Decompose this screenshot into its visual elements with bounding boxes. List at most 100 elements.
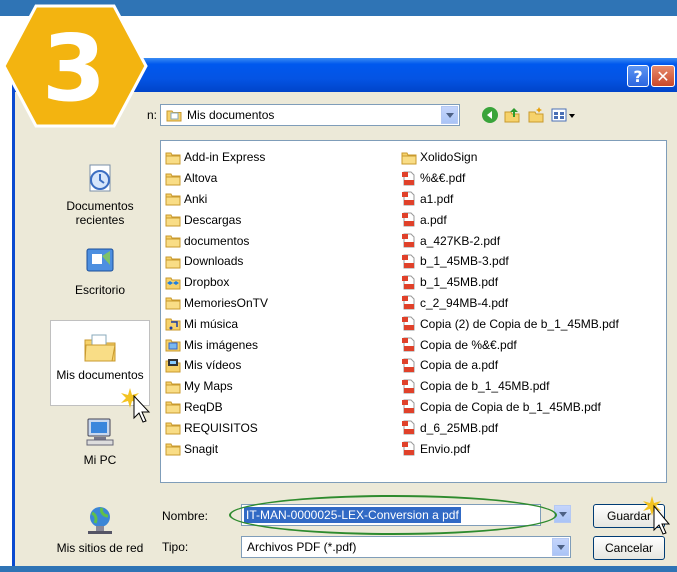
file-name: Copia de Copia de b_1_45MB.pdf [420, 399, 601, 414]
file-name: Mi música [184, 316, 239, 331]
my-computer-icon [86, 418, 114, 446]
file-list-item[interactable]: Add-in Express [165, 147, 395, 168]
file-name: a.pdf [420, 212, 447, 227]
file-list-item[interactable]: Copia de Copia de b_1_45MB.pdf [401, 397, 663, 418]
pdf-file-icon [402, 295, 415, 310]
file-list-item[interactable]: Descargas [165, 209, 395, 230]
cursor-sparkle-icon [121, 388, 151, 423]
file-list-item[interactable]: Dropbox [165, 272, 395, 293]
pdf-file-icon [402, 254, 415, 269]
file-name: Dropbox [184, 275, 230, 290]
folder-icon [165, 152, 181, 165]
file-column-right: XolidoSign %&€.pdf a1.pdf a.pdf a_427KB-2.pd… [401, 147, 663, 459]
file-list-item[interactable]: Altova [165, 168, 395, 189]
file-list[interactable]: Add-in Express Altova Anki Descargas documen… [160, 140, 667, 483]
file-list-item[interactable]: Mi música [165, 313, 395, 334]
file-name: Altova [184, 171, 218, 186]
place-label: Documentos recientes [66, 199, 134, 227]
folder-icon [165, 214, 181, 227]
network-places-icon [88, 507, 112, 534]
pdf-file-icon [402, 316, 415, 331]
file-name: Add-in Express [184, 150, 266, 165]
pdf-file-icon [402, 379, 415, 394]
file-list-item[interactable]: Copia (2) de Copia de b_1_45MB.pdf [401, 313, 663, 334]
place-label: Mi PC [83, 453, 117, 467]
file-name: Copia de a.pdf [420, 358, 499, 373]
folder-icon [165, 256, 181, 269]
new-folder-icon[interactable] [527, 106, 545, 124]
folder-icon [165, 443, 181, 456]
folder-icon [165, 422, 181, 435]
place-desktop[interactable]: Escritorio [50, 246, 150, 297]
file-name: Copia de b_1_45MB.pdf [420, 379, 550, 394]
close-button[interactable]: ✕ [651, 65, 675, 87]
place-label: Mis sitios de red [56, 541, 144, 555]
location-dropdown[interactable]: Mis documentos [160, 104, 460, 126]
file-list-item[interactable]: XolidoSign [401, 147, 663, 168]
file-column-left: Add-in Express Altova Anki Descargas documen… [165, 147, 395, 459]
file-list-item[interactable]: Mis imágenes [165, 334, 395, 355]
file-list-item[interactable]: My Maps [165, 376, 395, 397]
file-name: Downloads [184, 254, 244, 269]
save-dialog: ? ✕ n: Mis documentos Documentos recient… [12, 58, 677, 566]
my-documents-icon [84, 334, 116, 362]
file-name: XolidoSign [420, 150, 478, 165]
help-button[interactable]: ? [627, 65, 649, 87]
chevron-down-icon[interactable] [441, 106, 458, 124]
pdf-file-icon [402, 337, 415, 352]
file-list-item[interactable]: d_6_25MB.pdf [401, 417, 663, 438]
pdf-file-icon [402, 420, 415, 435]
folder-icon [165, 297, 181, 310]
file-list-item[interactable]: documentos [165, 230, 395, 251]
pdf-file-icon [402, 441, 415, 456]
file-name: My Maps [184, 379, 233, 394]
file-list-item[interactable]: ReqDB [165, 397, 395, 418]
file-list-item[interactable]: Copia de a.pdf [401, 355, 663, 376]
file-name: a_427KB-2.pdf [420, 233, 501, 248]
file-name: REQUISITOS [184, 420, 258, 435]
file-list-item[interactable]: Mis vídeos [165, 355, 395, 376]
file-list-item[interactable]: Envio.pdf [401, 438, 663, 459]
pdf-file-icon [402, 399, 415, 414]
file-name: Mis vídeos [184, 358, 242, 373]
file-type-select[interactable]: Archivos PDF (*.pdf) [241, 536, 571, 558]
file-list-item[interactable]: b_1_45MB-3.pdf [401, 251, 663, 272]
pdf-file-icon [402, 275, 415, 290]
view-menu-icon[interactable] [551, 106, 577, 124]
file-list-item[interactable]: a_427KB-2.pdf [401, 230, 663, 251]
file-list-item[interactable]: Snagit [165, 438, 395, 459]
file-name: Mis imágenes [184, 337, 259, 352]
file-list-item[interactable]: MemoriesOnTV [165, 293, 395, 314]
folder-icon [401, 152, 417, 165]
place-label: Mis documentos [56, 368, 144, 382]
file-name: b_1_45MB-3.pdf [420, 254, 509, 269]
file-list-item[interactable]: b_1_45MB.pdf [401, 272, 663, 293]
up-folder-icon[interactable] [503, 106, 521, 124]
chevron-down-icon[interactable] [552, 538, 569, 556]
file-name: b_1_45MB.pdf [420, 275, 499, 290]
pdf-file-icon [402, 233, 415, 248]
file-name: %&€.pdf [420, 171, 466, 186]
back-icon[interactable] [481, 106, 499, 124]
file-list-item[interactable]: Copia de %&€.pdf [401, 334, 663, 355]
cursor-sparkle-icon [643, 496, 671, 535]
file-name: documentos [184, 233, 250, 248]
file-name: Snagit [184, 441, 219, 456]
file-name: Copia de %&€.pdf [420, 337, 517, 352]
recent-documents-icon [89, 164, 111, 192]
file-list-item[interactable]: a1.pdf [401, 189, 663, 210]
location-value: Mis documentos [187, 108, 275, 122]
file-list-item[interactable]: %&€.pdf [401, 168, 663, 189]
file-list-item[interactable]: Anki [165, 189, 395, 210]
type-label: Tipo: [162, 540, 189, 554]
file-list-item[interactable]: REQUISITOS [165, 417, 395, 438]
file-type-value: Archivos PDF (*.pdf) [247, 540, 357, 554]
file-list-item[interactable]: a.pdf [401, 209, 663, 230]
file-list-item[interactable]: c_2_94MB-4.pdf [401, 293, 663, 314]
file-list-item[interactable]: Copia de b_1_45MB.pdf [401, 376, 663, 397]
place-recent-documents[interactable]: Documentos recientes [50, 162, 150, 227]
place-network[interactable]: Mis sitios de red [50, 504, 150, 555]
file-list-item[interactable]: Downloads [165, 251, 395, 272]
pdf-file-icon [402, 191, 415, 206]
file-name: Anki [184, 191, 208, 206]
